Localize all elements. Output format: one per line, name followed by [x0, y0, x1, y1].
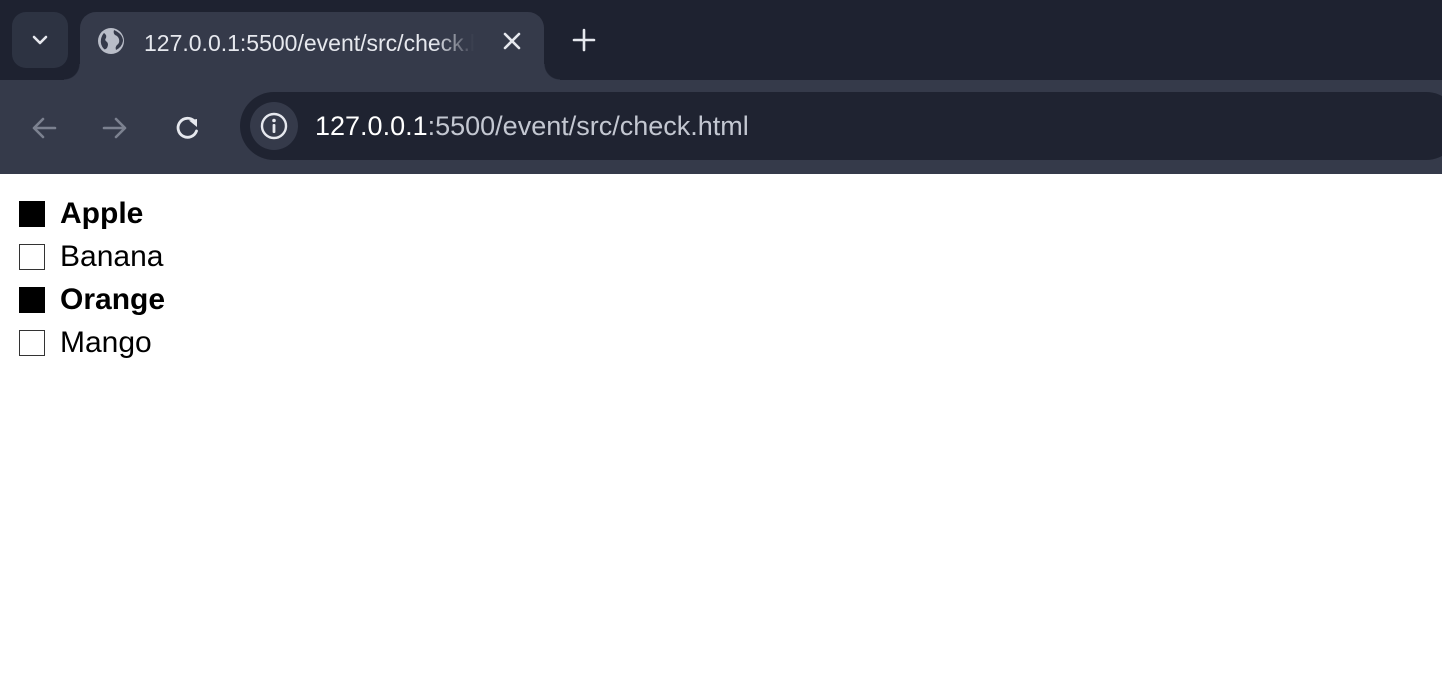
back-button[interactable]: [20, 104, 68, 152]
url-path: :5500/event/src/check.html: [427, 111, 749, 141]
arrow-right-icon: [102, 117, 127, 139]
tab-strip: 127.0.0.1:5500/event/src/check.html: [0, 0, 1442, 80]
forward-button[interactable]: [91, 104, 139, 152]
arrow-left-icon: [32, 117, 57, 139]
globe-icon: [98, 28, 124, 54]
tab-close-button[interactable]: [496, 26, 528, 56]
address-bar[interactable]: 127.0.0.1:5500/event/src/check.html: [240, 92, 1442, 160]
tab-title: 127.0.0.1:5500/event/src/check.html: [144, 30, 474, 56]
checkbox-item-orange[interactable]: Orange: [19, 280, 165, 320]
browser-toolbar: 127.0.0.1:5500/event/src/check.html: [0, 80, 1442, 174]
active-tab[interactable]: 127.0.0.1:5500/event/src/check.html: [64, 12, 560, 80]
plus-icon: [572, 28, 596, 52]
checkbox-item-mango[interactable]: Mango: [19, 323, 152, 363]
chevron-down-icon: [32, 35, 48, 45]
checkbox-item-banana[interactable]: Banana: [19, 237, 163, 277]
info-icon: [260, 112, 288, 140]
url-host: 127.0.0.1: [315, 111, 428, 141]
checkbox[interactable]: [19, 201, 45, 227]
checkbox[interactable]: [19, 330, 45, 356]
checkbox[interactable]: [19, 287, 45, 313]
tab-search-button[interactable]: [12, 12, 68, 68]
checkbox-item-apple[interactable]: Apple: [19, 194, 143, 234]
new-tab-button[interactable]: [562, 20, 606, 60]
url-text: 127.0.0.1:5500/event/src/check.html: [315, 110, 749, 142]
checkbox[interactable]: [19, 244, 45, 270]
checkbox-label: Mango: [60, 326, 152, 359]
page-content: Apple Banana Orange Mango: [0, 174, 1442, 688]
checkbox-label: Banana: [60, 240, 164, 273]
reload-button[interactable]: [164, 104, 212, 152]
reload-icon: [176, 116, 198, 139]
checkbox-label: Apple: [60, 197, 144, 230]
site-info-button[interactable]: [250, 102, 298, 150]
checkbox-label: Orange: [60, 283, 166, 316]
close-icon: [503, 32, 521, 50]
